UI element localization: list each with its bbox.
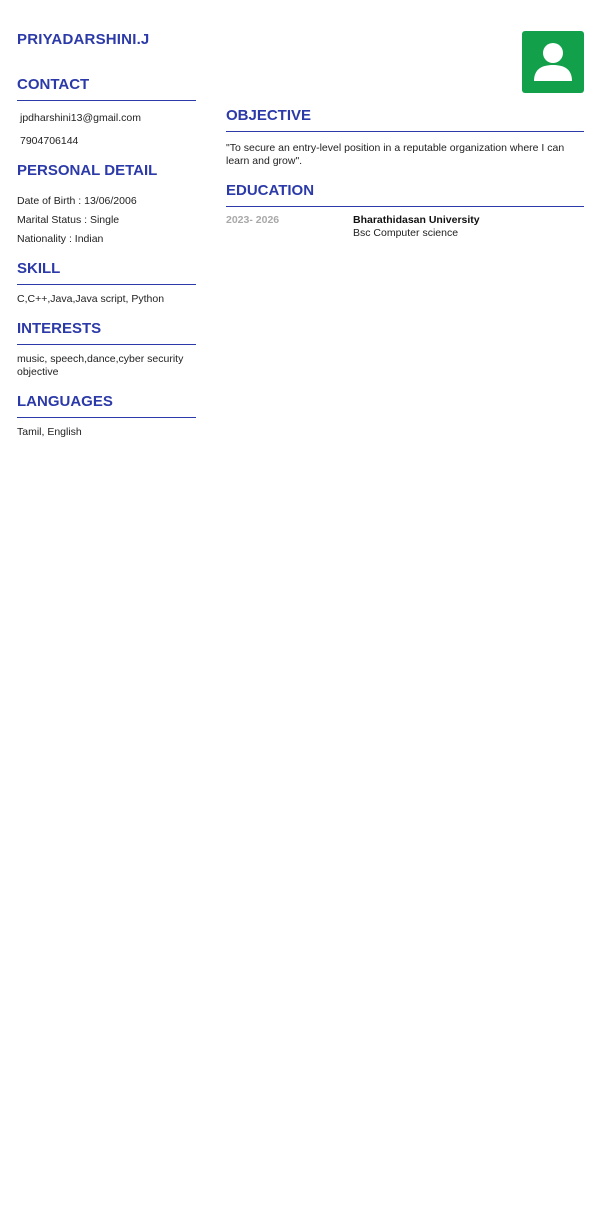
person-avatar-icon [522, 31, 584, 93]
right-column: OBJECTIVE "To secure an entry-level posi… [226, 107, 584, 240]
contact-heading: CONTACT [17, 76, 196, 101]
education-heading: EDUCATION [226, 182, 584, 207]
avatar-svg [534, 43, 572, 81]
contact-email: jpdharshini13@gmail.com [20, 112, 141, 124]
education-school: Bharathidasan University [353, 214, 480, 226]
candidate-name: PRIYADARSHINI.J [17, 31, 150, 48]
objective-heading: OBJECTIVE [226, 107, 584, 132]
education-info: Bharathidasan University Bsc Computer sc… [353, 214, 480, 240]
skill-heading: SKILL [17, 260, 196, 285]
skill-text: C,C++,Java,Java script, Python [17, 293, 165, 305]
education-years: 2023- 2026 [226, 214, 280, 226]
contact-phone: 7904706144 [20, 135, 79, 147]
marital-status: Marital Status : Single [17, 214, 120, 226]
date-of-birth: Date of Birth : 13/06/2006 [17, 195, 137, 207]
nationality: Nationality : Indian [17, 233, 104, 245]
languages-text: Tamil, English [17, 426, 82, 438]
left-column: CONTACT jpdharshini13@gmail.com 79047061… [17, 76, 196, 439]
interests-heading: INTERESTS [17, 320, 196, 345]
objective-text: "To secure an entry-level position in a … [226, 142, 565, 167]
education-degree: Bsc Computer science [353, 227, 459, 239]
interests-text: music, speech,dance,cyber security objec… [17, 353, 184, 378]
personal-detail-heading: PERSONAL DETAIL [17, 162, 158, 179]
education-entry: 2023- 2026 Bharathidasan University Bsc … [226, 214, 584, 240]
languages-heading: LANGUAGES [17, 393, 196, 418]
